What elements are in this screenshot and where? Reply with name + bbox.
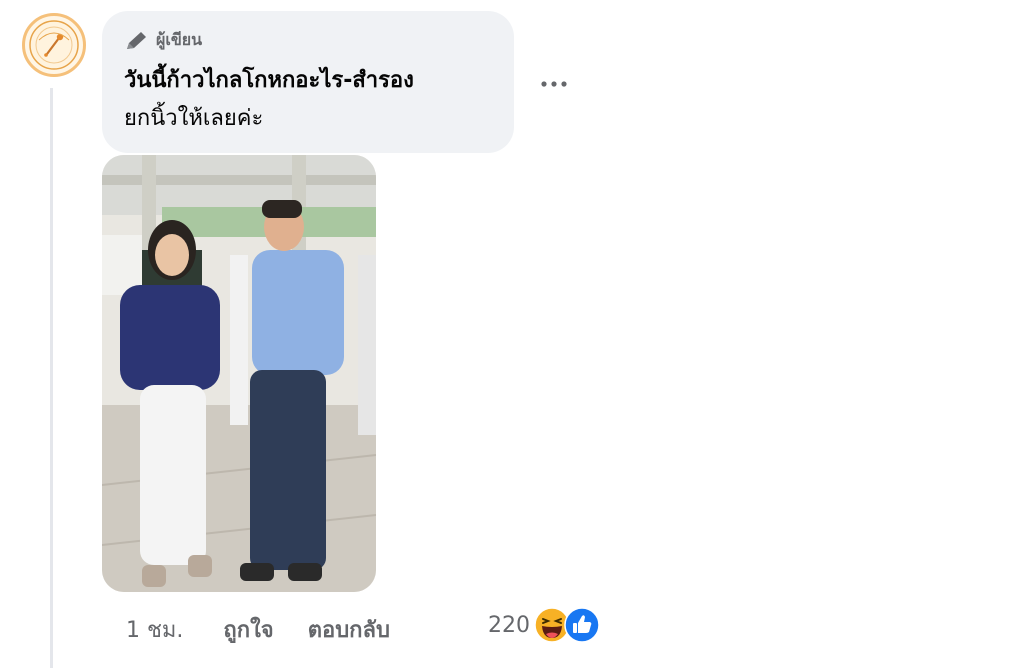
comment-text: วันนี้ก้าวไกลโกหกอะไร-สำรอง ยกนิ้วให้เลย…	[124, 62, 504, 138]
thread-line	[50, 88, 53, 668]
reply-button[interactable]: ตอบกลับ	[308, 612, 390, 647]
more-options-button[interactable]	[534, 68, 574, 100]
reaction-count: 220	[488, 612, 530, 638]
comment-photo[interactable]	[102, 155, 376, 592]
comment-photo-image	[102, 155, 376, 592]
author-badge: ผู้เขียน	[124, 28, 202, 53]
more-dots-icon	[541, 81, 567, 87]
author-badge-label: ผู้เขียน	[156, 30, 203, 49]
comment-actions: 1 ชม. ถูกใจ ตอบกลับ	[126, 612, 432, 646]
like-icon	[564, 607, 600, 643]
comment-text-line1: วันนี้ก้าวไกลโกหกอะไร-สำรอง	[124, 68, 414, 93]
reactions-summary[interactable]: 220	[488, 607, 600, 643]
comment-text-line2: ยกนิ้วให้เลยค่ะ	[124, 106, 264, 131]
comment-timestamp[interactable]: 1 ชม.	[126, 612, 183, 647]
avatar-logo-image	[29, 20, 79, 70]
pen-icon	[127, 31, 146, 49]
avatar[interactable]	[22, 13, 86, 77]
like-button[interactable]: ถูกใจ	[223, 612, 273, 647]
